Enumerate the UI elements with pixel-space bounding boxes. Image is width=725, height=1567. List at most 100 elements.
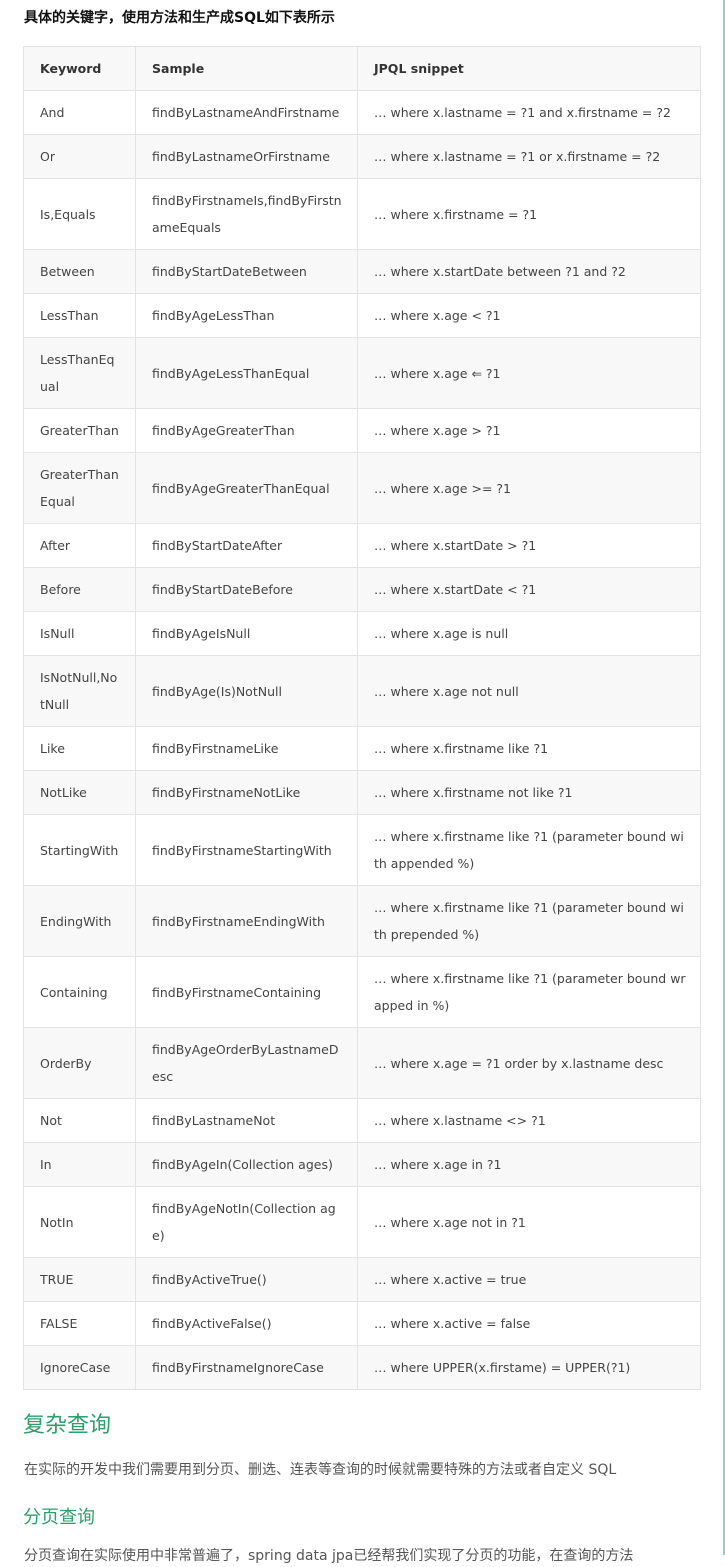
table-row: Not findByLastnameNot… where x.lastname <… <box>23 1098 701 1143</box>
cell-keyword: FALSE <box>23 1301 136 1346</box>
cell-keyword: Like <box>23 726 136 771</box>
cell-jpql-snippet: … where x.lastname <> ?1 <box>357 1098 701 1143</box>
cell-sample: findByFirstnameStartingWith <box>135 814 358 886</box>
table-row: NotIn findByAgeNotIn(Collection age)… whe… <box>23 1186 701 1258</box>
table-row: StartingWith findByFirstnameStartingWith…… <box>23 814 701 886</box>
cell-sample: findByActiveFalse() <box>135 1301 358 1346</box>
cell-jpql-snippet: … where x.age not null <box>357 655 701 727</box>
cell-jpql-snippet: … where x.startDate < ?1 <box>357 567 701 612</box>
header-sample: Sample <box>135 46 358 91</box>
cell-sample: findByAgeGreaterThanEqual <box>135 452 358 524</box>
cell-sample: findByAge(Is)NotNull <box>135 655 358 727</box>
cell-keyword: Is,Equals <box>23 178 136 250</box>
section-heading: 复杂查询 <box>23 1413 112 1438</box>
cell-jpql-snippet: … where x.age >= ?1 <box>357 452 701 524</box>
table-row: And findByLastnameAndFirstname… where x.l… <box>23 90 701 135</box>
intro-text: 具体的关键字，使用方法和生产成SQL如下表所示 <box>24 10 335 26</box>
table-row: Between findByStartDateBetween… where x.s… <box>23 249 701 294</box>
cell-keyword: OrderBy <box>23 1027 136 1099</box>
table-row: NotLike findByFirstnameNotLike… where x.f… <box>23 770 701 815</box>
table-row: IsNull findByAgeIsNull… where x.age is nu… <box>23 611 701 656</box>
cell-sample: findByAgeNotIn(Collection age) <box>135 1186 358 1258</box>
cell-sample: findByStartDateBefore <box>135 567 358 612</box>
cell-sample: findByStartDateBetween <box>135 249 358 294</box>
cell-sample: findByActiveTrue() <box>135 1257 358 1302</box>
cell-jpql-snippet: … where x.lastname = ?1 and x.firstname … <box>357 90 701 135</box>
cell-keyword: GreaterThan <box>23 408 136 453</box>
cell-keyword: Before <box>23 567 136 612</box>
keyword-table: Keyword Sample JPQL snippet And findByLas… <box>23 46 701 1390</box>
cell-sample: findByLastnameOrFirstname <box>135 134 358 179</box>
cell-jpql-snippet: … where x.age in ?1 <box>357 1142 701 1187</box>
cell-jpql-snippet: … where x.age not in ?1 <box>357 1186 701 1258</box>
cell-sample: findByAgeGreaterThan <box>135 408 358 453</box>
cell-sample: findByStartDateAfter <box>135 523 358 568</box>
cell-keyword: After <box>23 523 136 568</box>
header-keyword: Keyword <box>23 46 136 91</box>
sub-heading: 分页查询 <box>23 1507 95 1528</box>
table-row: Before findByStartDateBefore… where x.sta… <box>23 567 701 612</box>
cell-sample: findByFirstnameNotLike <box>135 770 358 815</box>
cell-keyword: IsNull <box>23 611 136 656</box>
cell-keyword: Or <box>23 134 136 179</box>
cell-keyword: In <box>23 1142 136 1187</box>
cell-keyword: StartingWith <box>23 814 136 886</box>
cell-jpql-snippet: … where x.age < ?1 <box>357 293 701 338</box>
cell-keyword: EndingWith <box>23 885 136 957</box>
cut-off-paragraph: 分页查询在实际使用中非常普遍了，spring data jpa已经帮我们实现了分… <box>24 1548 634 1564</box>
cell-keyword: Not <box>23 1098 136 1143</box>
cell-jpql-snippet: … where UPPER(x.firstame) = UPPER(?1) <box>357 1345 701 1390</box>
cell-jpql-snippet: … where x.firstname = ?1 <box>357 178 701 250</box>
table-row: IgnoreCase findByFirstnameIgnoreCase… whe… <box>23 1345 701 1390</box>
cell-sample: findByFirstnameIs,findByFirstnameEquals <box>135 178 358 250</box>
cell-jpql-snippet: … where x.age ⇐ ?1 <box>357 337 701 409</box>
cell-keyword: And <box>23 90 136 135</box>
cell-jpql-snippet: … where x.lastname = ?1 or x.firstname =… <box>357 134 701 179</box>
cell-keyword: Containing <box>23 956 136 1028</box>
cell-jpql-snippet: … where x.age = ?1 order by x.lastname d… <box>357 1027 701 1099</box>
table-row: After findByStartDateAfter… where x.start… <box>23 523 701 568</box>
cell-sample: findByAgeIn(Collection ages) <box>135 1142 358 1187</box>
cell-sample: findByAgeLessThan <box>135 293 358 338</box>
cell-jpql-snippet: … where x.firstname like ?1 (parameter b… <box>357 885 701 957</box>
table-row: GreaterThanEqual findByAgeGreaterThanEqua… <box>23 452 701 524</box>
cell-jpql-snippet: … where x.active = true <box>357 1257 701 1302</box>
table-row: TRUE findByActiveTrue()… where x.active =… <box>23 1257 701 1302</box>
cell-jpql-snippet: … where x.age is null <box>357 611 701 656</box>
table-row: Containing findByFirstnameContaining… whe… <box>23 956 701 1028</box>
table-row: EndingWith findByFirstnameEndingWith… whe… <box>23 885 701 957</box>
table-row: Like findByFirstnameLike… where x.firstna… <box>23 726 701 771</box>
cell-sample: findByFirstnameEndingWith <box>135 885 358 957</box>
cell-sample: findByAgeIsNull <box>135 611 358 656</box>
keyword-table-body: And findByLastnameAndFirstname… where x.l… <box>23 90 701 1390</box>
cell-keyword: IsNotNull,NotNull <box>23 655 136 727</box>
cell-sample: findByFirstnameLike <box>135 726 358 771</box>
cell-jpql-snippet: … where x.age > ?1 <box>357 408 701 453</box>
cell-jpql-snippet: … where x.firstname not like ?1 <box>357 770 701 815</box>
cell-jpql-snippet: … where x.startDate > ?1 <box>357 523 701 568</box>
cell-sample: findByFirstnameContaining <box>135 956 358 1028</box>
table-header-row: Keyword Sample JPQL snippet <box>23 46 701 91</box>
cell-keyword: LessThan <box>23 293 136 338</box>
table-row: In findByAgeIn(Collection ages)… where x.… <box>23 1142 701 1187</box>
cell-keyword: LessThanEqual <box>23 337 136 409</box>
cell-jpql-snippet: … where x.firstname like ?1 (parameter b… <box>357 814 701 886</box>
cell-keyword: NotIn <box>23 1186 136 1258</box>
table-row: GreaterThan findByAgeGreaterThan… where x… <box>23 408 701 453</box>
table-row: IsNotNull,NotNull findByAge(Is)NotNull… w… <box>23 655 701 727</box>
cell-sample: findByLastnameAndFirstname <box>135 90 358 135</box>
cell-keyword: TRUE <box>23 1257 136 1302</box>
cell-sample: findByAgeOrderByLastnameDesc <box>135 1027 358 1099</box>
table-row: FALSE findByActiveFalse()… where x.active… <box>23 1301 701 1346</box>
cell-jpql-snippet: … where x.firstname like ?1 (parameter b… <box>357 956 701 1028</box>
cell-sample: findByLastnameNot <box>135 1098 358 1143</box>
cell-sample: findByAgeLessThanEqual <box>135 337 358 409</box>
cell-keyword: GreaterThanEqual <box>23 452 136 524</box>
cell-jpql-snippet: … where x.firstname like ?1 <box>357 726 701 771</box>
table-row: OrderBy findByAgeOrderByLastnameDesc… whe… <box>23 1027 701 1099</box>
cell-jpql-snippet: … where x.active = false <box>357 1301 701 1346</box>
table-row: Or findByLastnameOrFirstname… where x.las… <box>23 134 701 179</box>
table-row: LessThan findByAgeLessThan… where x.age <… <box>23 293 701 338</box>
cell-keyword: NotLike <box>23 770 136 815</box>
cell-keyword: Between <box>23 249 136 294</box>
